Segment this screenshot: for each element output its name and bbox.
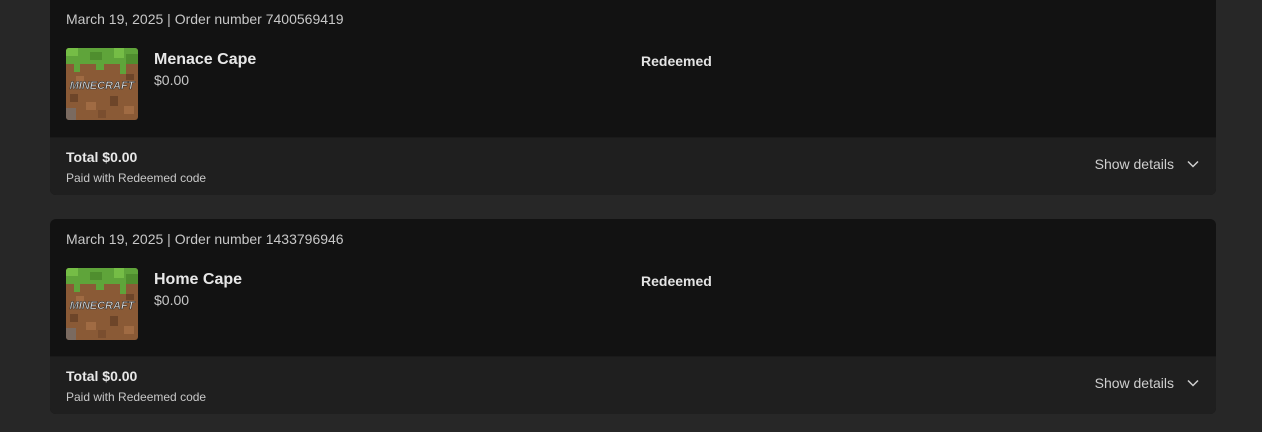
payment-method: Paid with Redeemed code — [66, 390, 207, 404]
product-name[interactable]: Menace Cape — [154, 51, 256, 69]
status-badge: Redeemed — [641, 273, 712, 289]
chevron-down-icon — [1187, 160, 1199, 168]
minecraft-grass-block-icon: MINECRAFT — [66, 268, 138, 340]
show-details-label: Show details — [1094, 375, 1174, 391]
product-price: $0.00 — [154, 292, 190, 308]
product-thumbnail[interactable]: MINECRAFT — [66, 268, 138, 340]
show-details-button[interactable]: Show details — [1095, 375, 1200, 391]
order-footer: Total $0.00 Paid with Redeemed code Show… — [50, 137, 1216, 195]
chevron-down-icon — [1187, 379, 1199, 387]
minecraft-grass-block-icon: MINECRAFT — [66, 48, 138, 120]
product-name[interactable]: Home Cape — [154, 271, 242, 289]
order-footer: Total $0.00 Paid with Redeemed code Show… — [50, 356, 1216, 414]
order-card: March 19, 2025 | Order number 7400569419 — [50, 0, 1216, 195]
order-card: March 19, 2025 | Order number 1433796946 — [50, 219, 1216, 414]
product-image-label: MINECRAFT — [70, 300, 136, 312]
product-thumbnail[interactable]: MINECRAFT — [66, 48, 138, 120]
product-price: $0.00 — [154, 72, 190, 88]
order-total: Total $0.00 — [66, 368, 138, 384]
payment-method: Paid with Redeemed code — [66, 171, 207, 185]
order-meta: March 19, 2025 | Order number 7400569419 — [66, 11, 344, 27]
order-meta: March 19, 2025 | Order number 1433796946 — [66, 231, 344, 247]
show-details-label: Show details — [1094, 156, 1174, 172]
order-total: Total $0.00 — [66, 149, 138, 165]
status-badge: Redeemed — [641, 53, 712, 69]
show-details-button[interactable]: Show details — [1095, 156, 1200, 172]
product-image-label: MINECRAFT — [70, 80, 136, 92]
